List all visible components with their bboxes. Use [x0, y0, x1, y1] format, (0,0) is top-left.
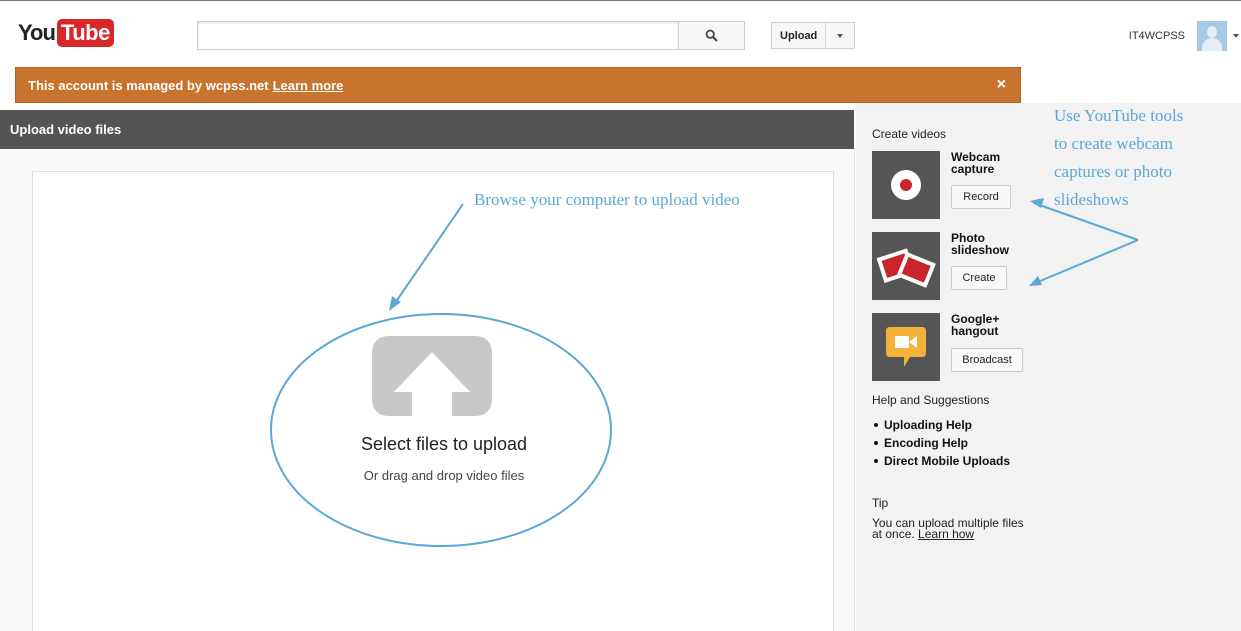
- tip-learn-how-link[interactable]: Learn how: [918, 527, 974, 541]
- bullet: [874, 440, 878, 445]
- upload-section-title: Upload video files: [10, 122, 122, 137]
- chevron-down-icon: [837, 33, 844, 38]
- managed-account-banner: This account is managed by wcpss.net Lea…: [15, 67, 1021, 103]
- photo-slideshow-tool: Photo slideshow Create: [872, 232, 1022, 300]
- select-files-text[interactable]: Select files to upload: [279, 434, 609, 455]
- tool-name-line: hangout: [951, 324, 999, 338]
- close-icon[interactable]: ×: [997, 76, 1006, 94]
- create-videos-title: Create videos: [872, 127, 947, 141]
- bullet: [874, 458, 878, 463]
- top-bar: You Tube Upload IT4WCPSS: [0, 0, 1241, 62]
- upload-button[interactable]: Upload: [772, 23, 827, 48]
- bullet: [874, 422, 878, 427]
- upload-menu-button[interactable]: [826, 23, 854, 48]
- upload-section-header: Upload video files: [0, 110, 854, 149]
- username[interactable]: IT4WCPSS: [1129, 30, 1185, 42]
- youtube-logo[interactable]: You Tube: [18, 18, 114, 48]
- avatar[interactable]: [1197, 21, 1227, 51]
- search-icon: [705, 29, 718, 42]
- help-link-label: Direct Mobile Uploads: [884, 454, 1011, 468]
- help-link-encoding[interactable]: Encoding Help: [872, 434, 1010, 452]
- help-links-list: Uploading Help Encoding Help Direct Mobi…: [872, 416, 1010, 470]
- annotation-line: to create webcam: [1054, 134, 1173, 153]
- tip-title: Tip: [872, 496, 889, 510]
- search-button[interactable]: [678, 21, 745, 50]
- help-link-mobile-uploads[interactable]: Direct Mobile Uploads: [872, 452, 1010, 470]
- annotation-line: captures or photo: [1054, 162, 1173, 181]
- logo-you-text: You: [18, 20, 56, 45]
- photo-slideshow-title: Photo slideshow: [951, 232, 1009, 256]
- help-link-label: Encoding Help: [884, 436, 968, 450]
- annotation-tools-text: Use YouTube tools to create webcam captu…: [1054, 102, 1241, 214]
- create-button[interactable]: Create: [951, 266, 1007, 290]
- record-button[interactable]: Record: [951, 185, 1011, 209]
- hangout-icon: [872, 313, 940, 381]
- webcam-capture-title: Webcam capture: [951, 151, 1000, 175]
- help-link-uploading[interactable]: Uploading Help: [872, 416, 1010, 434]
- tool-name-line: slideshow: [951, 243, 1010, 257]
- help-link-label: Uploading Help: [884, 418, 972, 432]
- hangout-tool: Google+ hangout Broadcast: [872, 313, 1023, 381]
- search-input[interactable]: [197, 21, 679, 50]
- webcam-capture-tool: Webcam capture Record: [872, 151, 1022, 219]
- annotation-line: slideshows: [1054, 190, 1129, 209]
- tool-name-line: capture: [951, 162, 995, 176]
- broadcast-button[interactable]: Broadcast: [951, 348, 1023, 372]
- user-menu: IT4WCPSS: [1129, 21, 1239, 51]
- banner-learn-more-link[interactable]: Learn more: [273, 78, 344, 93]
- tip-text-block: You can upload multiple files at once. L…: [872, 517, 1032, 541]
- drag-drop-text: Or drag and drop video files: [363, 468, 525, 483]
- banner-text: This account is managed by wcpss.net: [28, 77, 269, 93]
- photo-slideshow-icon: [872, 232, 940, 300]
- chevron-down-icon[interactable]: [1233, 34, 1239, 38]
- annotation-browse-text: Browse your computer to upload video: [474, 190, 740, 209]
- record-icon: [872, 151, 940, 219]
- upload-arrow-icon[interactable]: [372, 336, 492, 418]
- upload-button-group: Upload: [771, 22, 856, 49]
- hangout-title: Google+ hangout: [951, 313, 999, 337]
- avatar-head: [1207, 26, 1217, 38]
- avatar-body: [1202, 38, 1222, 51]
- logo-tube-text: Tube: [56, 19, 114, 47]
- annotation-line: Use YouTube tools: [1054, 106, 1184, 125]
- help-suggestions-title: Help and Suggestions: [872, 393, 990, 407]
